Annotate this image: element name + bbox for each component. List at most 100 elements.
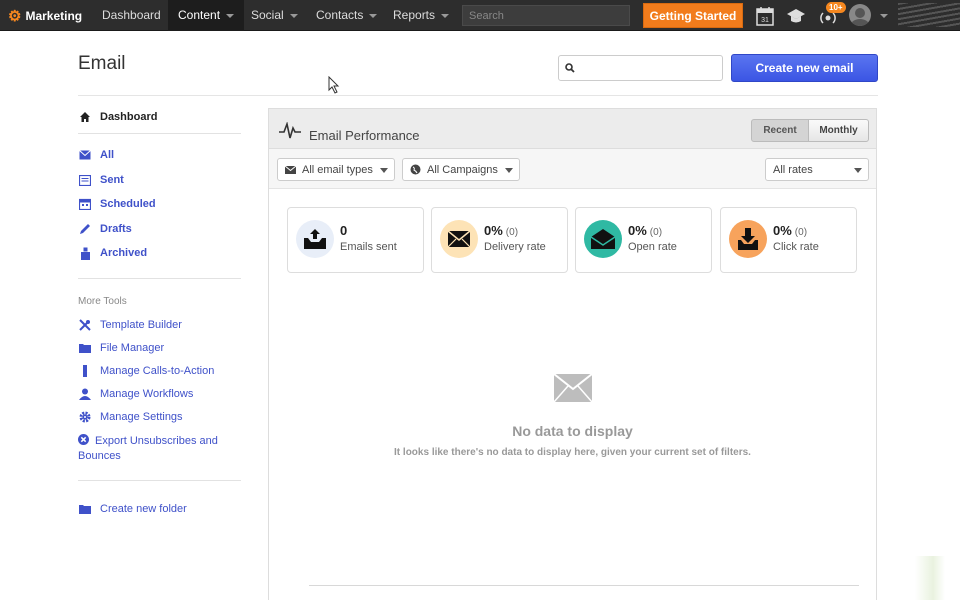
sidebar-item-dashboard[interactable]: Dashboard: [78, 108, 157, 126]
sidebar-tool-manage-settings[interactable]: Manage Settings: [78, 408, 183, 426]
email-types-dropdown[interactable]: All email types: [277, 158, 395, 181]
nav-contacts[interactable]: Contacts: [306, 0, 387, 31]
campaigns-value: All Campaigns: [427, 163, 498, 176]
brand-name: Marketing: [25, 8, 83, 23]
panel-title: Email Performance: [309, 128, 420, 143]
email-search-box[interactable]: [558, 55, 723, 81]
toggle-monthly[interactable]: Monthly: [808, 119, 869, 142]
sidebar-tool-label: Manage Workflows: [100, 388, 194, 400]
sidebar-tool-template-builder[interactable]: Template Builder: [78, 316, 182, 334]
email-search-input[interactable]: [579, 59, 719, 77]
stat-card-click-rate[interactable]: 0% (0) Click rate: [720, 207, 857, 273]
mouse-cursor-icon: [328, 76, 340, 94]
stat-value: 0% (0): [628, 223, 662, 238]
stat-card-delivery-rate[interactable]: 0% (0) Delivery rate: [431, 207, 568, 273]
sidebar-tool-export-unsubscribes[interactable]: Export Unsubscribes and Bounces: [78, 434, 248, 464]
stat-card-open-rate[interactable]: 0% (0) Open rate: [575, 207, 712, 273]
global-search-input[interactable]: [462, 5, 630, 26]
stat-icon-circle: [440, 220, 478, 258]
stat-label: Open rate: [628, 241, 677, 253]
rates-dropdown[interactable]: All rates: [765, 158, 869, 181]
nav-contacts-label: Contacts: [316, 8, 364, 22]
create-folder-label: Create new folder: [100, 503, 187, 515]
sidebar-item-label: All: [100, 149, 115, 161]
create-new-email-button[interactable]: Create new email: [731, 54, 878, 82]
gear-icon: [78, 410, 92, 424]
stat-count: (0): [794, 227, 808, 238]
stat-number: 0%: [773, 223, 792, 238]
empty-state-subtitle: It looks like there's no data to display…: [394, 447, 751, 458]
calendar-day: 31: [761, 17, 769, 24]
graduation-cap-icon[interactable]: [786, 6, 806, 26]
stat-icon-circle: [729, 220, 767, 258]
panel-divider: [309, 585, 859, 586]
chevron-down-icon[interactable]: [880, 14, 888, 18]
panel-header: Email Performance Recent Monthly: [269, 109, 876, 149]
chevron-down-icon: [441, 13, 450, 18]
sidebar-item-archived[interactable]: Archived: [78, 244, 147, 262]
notifications-badge: 10+: [826, 2, 846, 13]
header-divider: [78, 95, 878, 96]
top-navigation-bar: ⚙ Marketing Dashboard Content Social Con…: [0, 0, 960, 31]
toggle-recent[interactable]: Recent: [751, 119, 809, 142]
pulse-icon: [279, 122, 301, 139]
outbox-tray-icon: [304, 229, 326, 249]
stat-card-emails-sent[interactable]: 0 Emails sent: [287, 207, 424, 273]
cta-bar-icon: [78, 364, 92, 378]
tools-icon: [78, 318, 92, 332]
nav-content[interactable]: Content: [168, 0, 245, 31]
chevron-down-icon: [289, 13, 298, 18]
nav-content-label: Content: [178, 8, 221, 22]
stat-label: Emails sent: [340, 241, 397, 253]
chevron-down-icon: [226, 13, 235, 18]
nav-social[interactable]: Social: [241, 0, 308, 31]
getting-started-button[interactable]: Getting Started: [643, 3, 743, 28]
sidebar-tool-label: Manage Settings: [100, 411, 183, 423]
nav-dashboard[interactable]: Dashboard: [92, 0, 171, 31]
empty-state-title: No data to display: [512, 423, 633, 439]
sidebar-divider: [78, 133, 241, 134]
sidebar-item-label: Sent: [100, 174, 124, 186]
nav-reports-label: Reports: [393, 8, 436, 22]
calendar-icon[interactable]: 31: [755, 6, 775, 26]
folder-icon: [78, 341, 92, 355]
sprocket-logo-icon: ⚙: [8, 7, 22, 25]
stat-number: 0%: [628, 223, 647, 238]
download-tray-icon: [738, 228, 758, 250]
sidebar-item-all[interactable]: All: [78, 146, 114, 164]
user-avatar[interactable]: [849, 4, 871, 26]
brand-logo[interactable]: ⚙ Marketing: [8, 0, 82, 31]
filter-row: All email types All Campaigns All rates: [269, 149, 876, 189]
decorative-corner: [915, 556, 945, 600]
envelope-icon: [447, 230, 471, 248]
redacted-account-name: [898, 3, 960, 27]
stat-icon-circle: [296, 220, 334, 258]
campaigns-dropdown[interactable]: All Campaigns: [402, 158, 520, 181]
sidebar-tool-manage-ctas[interactable]: Manage Calls-to-Action: [78, 362, 214, 380]
stat-icon-circle: [584, 220, 622, 258]
email-performance-panel: Email Performance Recent Monthly All ema…: [268, 108, 877, 600]
sidebar-item-drafts[interactable]: Drafts: [78, 220, 132, 238]
archive-icon: [78, 246, 92, 260]
sidebar-item-label: Scheduled: [100, 198, 156, 210]
chevron-down-icon: [369, 13, 378, 18]
sidebar-item-label: Drafts: [100, 223, 132, 235]
sidebar-item-label: Dashboard: [100, 111, 158, 123]
sidebar-divider: [78, 480, 241, 481]
sidebar-tool-manage-workflows[interactable]: Manage Workflows: [78, 385, 193, 403]
sidebar-item-scheduled[interactable]: Scheduled: [78, 195, 156, 213]
nav-reports[interactable]: Reports: [383, 0, 459, 31]
stat-count: (0): [649, 227, 663, 238]
rates-value: All rates: [773, 163, 813, 176]
page-title: Email: [78, 53, 126, 74]
sidebar-tool-label: File Manager: [100, 342, 165, 354]
nav-dashboard-label: Dashboard: [102, 8, 161, 22]
folder-icon: [78, 502, 92, 516]
envelope-icon: [285, 165, 296, 174]
stat-value: 0% (0): [484, 223, 518, 238]
sidebar-create-folder[interactable]: Create new folder: [78, 500, 187, 518]
email-types-value: All email types: [302, 163, 373, 176]
sidebar-tool-label: Manage Calls-to-Action: [100, 365, 215, 377]
sidebar-item-sent[interactable]: Sent: [78, 171, 124, 189]
sidebar-tool-file-manager[interactable]: File Manager: [78, 339, 164, 357]
